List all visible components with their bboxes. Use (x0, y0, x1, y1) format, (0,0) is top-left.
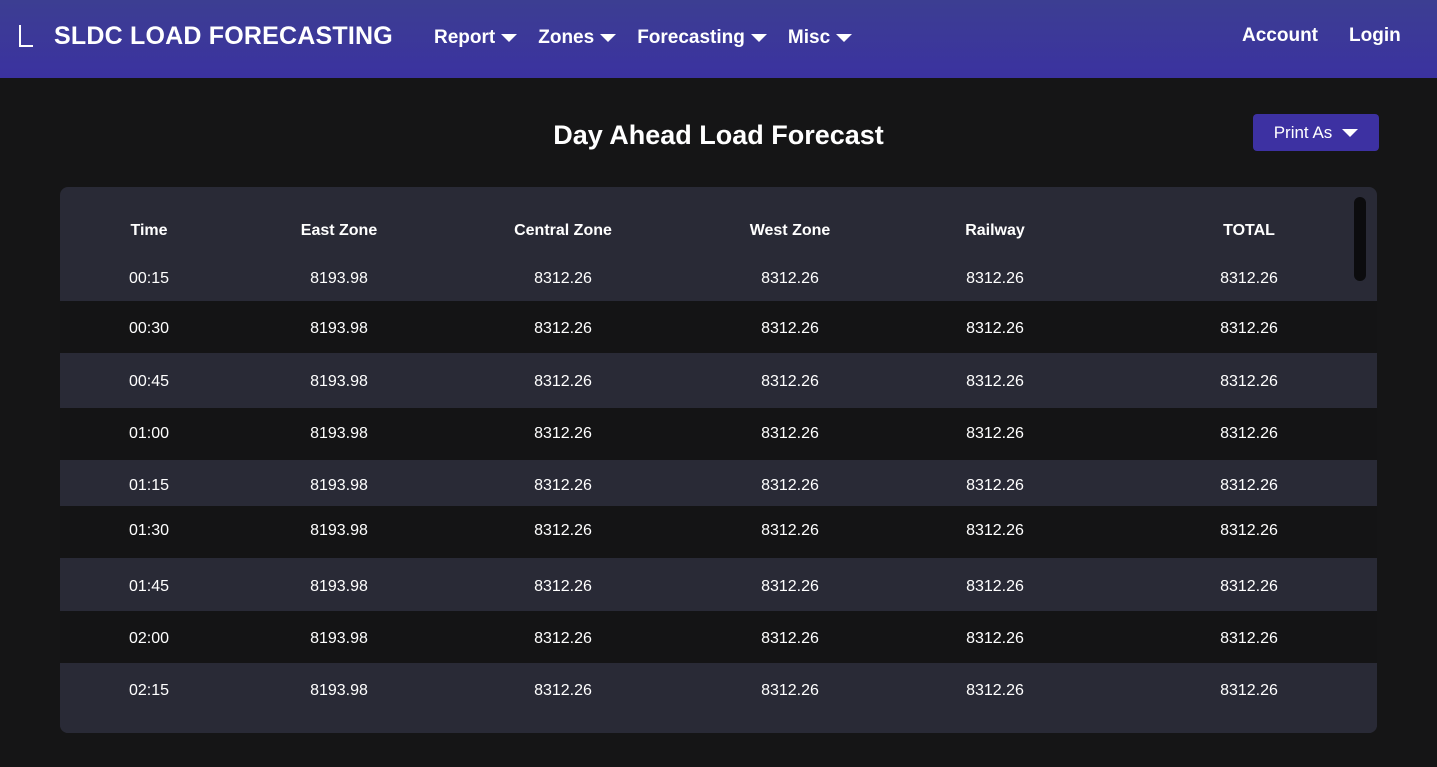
cell-west-zone: 8312.26 (761, 630, 819, 647)
cell-total: 8312.26 (1220, 320, 1278, 337)
cell-central-zone: 8312.26 (534, 373, 592, 390)
cell-total: 8312.26 (1220, 425, 1278, 442)
cell-east-zone: 8193.98 (310, 477, 368, 494)
cell-east-zone: 8193.98 (310, 522, 368, 539)
cell-west-zone: 8312.26 (761, 522, 819, 539)
cell-railway: 8312.26 (966, 320, 1024, 337)
cell-total: 8312.26 (1220, 373, 1278, 390)
cell-east-zone: 8193.98 (310, 682, 368, 699)
cell-time: 01:30 (128, 522, 170, 539)
cell-time: 02:00 (128, 630, 170, 647)
caret-down-icon (501, 34, 518, 42)
cell-central-zone: 8312.26 (534, 682, 592, 699)
table-row: 02:15 8193.98 8312.26 8312.26 8312.26 8312.26 (60, 663, 1377, 733)
cell-east-zone: 8193.98 (310, 630, 368, 647)
cell-east-zone: 8193.98 (310, 425, 368, 442)
cell-west-zone: 8312.26 (761, 270, 819, 287)
cell-west-zone: 8312.26 (761, 373, 819, 390)
forecast-table: Time East Zone Central Zone West Zone Railwa… (60, 187, 1377, 733)
cell-railway: 8312.26 (966, 578, 1024, 595)
column-header-total: TOTAL (1223, 222, 1275, 239)
cell-west-zone: 8312.26 (761, 425, 819, 442)
cell-railway: 8312.26 (966, 373, 1024, 390)
table-row: 00:30 8193.98 8312.26 8312.26 8312.26 8312.26 (60, 301, 1377, 353)
brand-title[interactable]: SLDC LOAD FORECASTING (54, 22, 393, 51)
cell-railway: 8312.26 (966, 270, 1024, 287)
print-as-label: Print As (1273, 122, 1333, 142)
cell-railway: 8312.26 (966, 682, 1024, 699)
cell-total: 8312.26 (1220, 682, 1278, 699)
cell-central-zone: 8312.26 (534, 270, 592, 287)
cell-west-zone: 8312.26 (761, 578, 819, 595)
caret-down-icon (836, 34, 853, 42)
cell-railway: 8312.26 (966, 630, 1024, 647)
nav-report-dropdown[interactable]: Report (434, 27, 518, 49)
cell-total: 8312.26 (1220, 522, 1278, 539)
nav-report-label: Report (434, 27, 496, 48)
nav-zones-label: Zones (538, 27, 595, 48)
cell-west-zone: 8312.26 (761, 477, 819, 494)
cell-west-zone: 8312.26 (761, 682, 819, 699)
table-row: 01:15 8193.98 8312.26 8312.26 8312.26 8312.26 (60, 460, 1377, 506)
column-header-railway: Railway (965, 222, 1025, 239)
nav-misc-dropdown[interactable]: Misc (787, 27, 853, 49)
cell-central-zone: 8312.26 (534, 320, 592, 337)
cell-railway: 8312.26 (966, 477, 1024, 494)
cell-central-zone: 8312.26 (534, 425, 592, 442)
caret-down-icon (750, 34, 767, 42)
nav-forecasting-dropdown[interactable]: Forecasting (637, 27, 767, 49)
table-row: 00:45 8193.98 8312.26 8312.26 8312.26 8312.26 (60, 353, 1377, 408)
cell-east-zone: 8193.98 (310, 373, 368, 390)
top-navbar: SLDC LOAD FORECASTING Report Zones Forec… (0, 0, 1437, 78)
table-row: 02:00 8193.98 8312.26 8312.26 8312.26 8312.26 (60, 611, 1377, 663)
cell-east-zone: 8193.98 (310, 270, 368, 287)
cell-time: 00:30 (128, 320, 170, 337)
cell-railway: 8312.26 (966, 425, 1024, 442)
page-title: Day Ahead Load Forecast (553, 120, 884, 150)
login-link[interactable]: Login (1349, 25, 1401, 47)
cell-east-zone: 8193.98 (310, 578, 368, 595)
nav-forecasting-label: Forecasting (637, 27, 745, 48)
nav-misc-label: Misc (787, 27, 831, 48)
cell-total: 8312.26 (1220, 630, 1278, 647)
column-header-time: Time (130, 222, 168, 239)
table-row: 01:00 8193.98 8312.26 8312.26 8312.26 8312.26 (60, 408, 1377, 460)
column-header-east-zone: East Zone (300, 222, 378, 239)
cell-time: 01:45 (128, 578, 170, 595)
cell-west-zone: 8312.26 (761, 320, 819, 337)
cell-railway: 8312.26 (966, 522, 1024, 539)
table-header-row: Time East Zone Central Zone West Zone Railwa… (60, 222, 1377, 242)
account-link[interactable]: Account (1242, 25, 1318, 47)
caret-down-icon (1342, 128, 1359, 137)
table-row: 00:15 8193.98 8312.26 8312.26 8312.26 8312.26 (60, 249, 1377, 301)
cell-central-zone: 8312.26 (534, 630, 592, 647)
print-as-button[interactable]: Print As (1253, 114, 1379, 151)
nav-zones-dropdown[interactable]: Zones (538, 27, 617, 49)
cell-time: 00:45 (128, 373, 170, 390)
column-header-central-zone: Central Zone (514, 222, 612, 239)
cell-time: 00:15 (128, 270, 170, 287)
cell-total: 8312.26 (1220, 270, 1278, 287)
cell-time: 01:15 (128, 477, 170, 494)
cell-central-zone: 8312.26 (534, 578, 592, 595)
column-header-west-zone: West Zone (749, 222, 831, 239)
cell-central-zone: 8312.26 (534, 477, 592, 494)
caret-down-icon (600, 34, 617, 42)
logo-icon[interactable] (19, 25, 33, 49)
cell-central-zone: 8312.26 (534, 522, 592, 539)
nav-menu: Report Zones Forecasting Misc (434, 27, 873, 49)
cell-total: 8312.26 (1220, 477, 1278, 494)
table-row: 01:45 8193.98 8312.26 8312.26 8312.26 8312.26 (60, 558, 1377, 611)
table-scrollbar[interactable] (1354, 197, 1366, 281)
cell-total: 8312.26 (1220, 578, 1278, 595)
cell-east-zone: 8193.98 (310, 320, 368, 337)
cell-time: 02:15 (128, 682, 170, 699)
cell-time: 01:00 (128, 425, 170, 442)
table-row: 01:30 8193.98 8312.26 8312.26 8312.26 8312.26 (60, 506, 1377, 558)
